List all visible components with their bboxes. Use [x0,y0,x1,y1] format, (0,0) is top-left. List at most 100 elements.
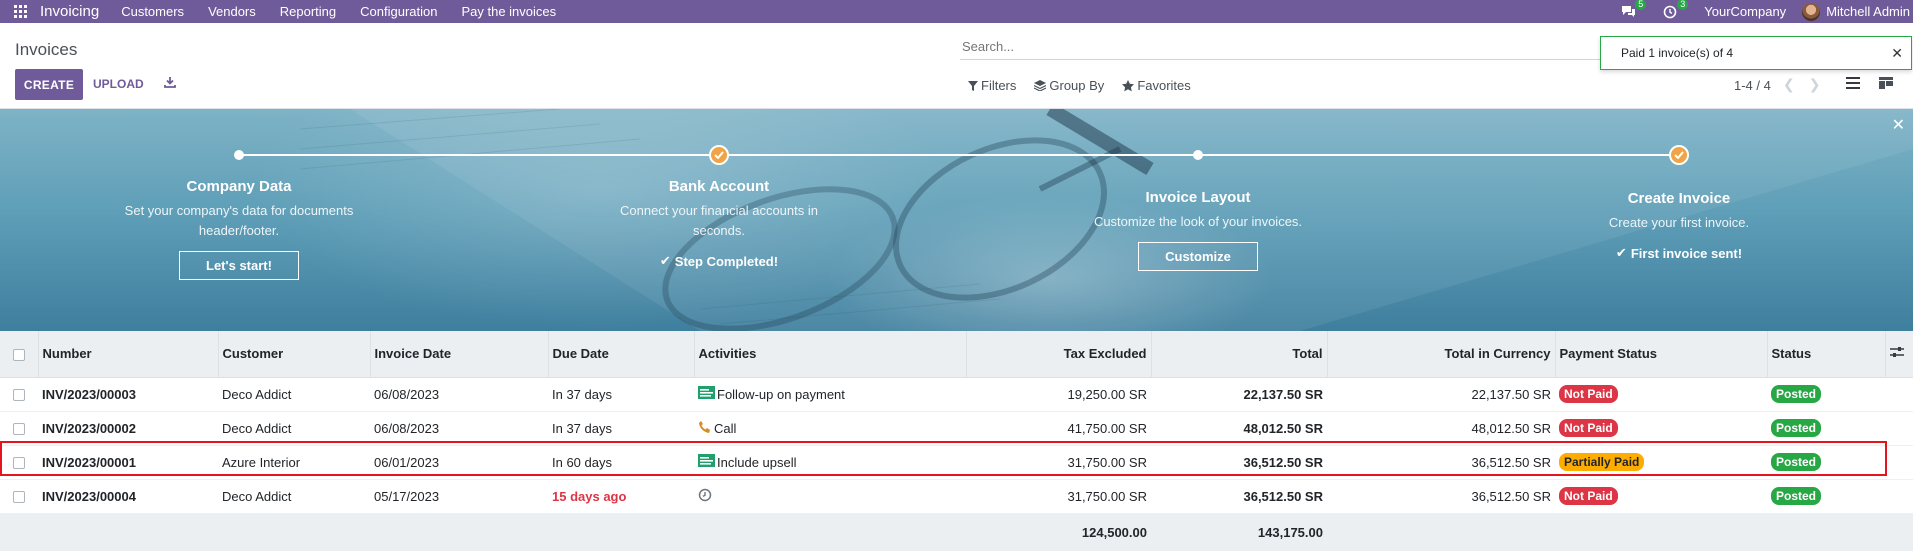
app-name[interactable]: Invoicing [40,3,99,20]
column-header-customer[interactable]: Customer [218,331,371,378]
activity-cell[interactable]: Include upsell [694,445,966,480]
status-badge: Posted [1771,487,1822,505]
menu-pay-invoices[interactable]: Pay the invoices [461,4,556,19]
table-row[interactable]: INV/2023/00001 Azure Interior 06/01/2023 In… [0,445,1913,480]
activities-clock-icon[interactable]: 3 [1662,0,1689,20]
lets-start-button[interactable]: Let's start! [179,251,299,280]
table-row[interactable]: INV/2023/00004 Deco Addict 05/17/2023 15 da… [0,479,1913,514]
upload-button[interactable]: UPLOAD [93,77,144,91]
payment-status-badge: Not Paid [1559,419,1618,437]
company-switcher[interactable]: YourCompany [1704,4,1786,19]
search-box [960,33,1600,60]
row-checkbox[interactable] [13,491,25,504]
tax-excluded: 31,750.00 SR [966,479,1151,514]
column-header-number[interactable]: Number [38,331,219,378]
row-checkbox[interactable] [13,457,25,470]
search-input[interactable] [960,33,1600,59]
row-spacer [1885,377,1913,412]
step-4-check-icon [1669,145,1689,165]
star-icon [1122,79,1135,91]
column-header-status[interactable]: Status [1767,331,1886,378]
invoice-date: 05/17/2023 [370,479,548,514]
due-date: In 37 days [548,411,694,446]
customize-button[interactable]: Customize [1138,242,1258,271]
step-3-dot [1193,150,1203,160]
invoice-number[interactable]: INV/2023/00002 [38,411,218,446]
apps-menu-icon[interactable] [0,0,40,23]
checkmark-icon: ✔ [659,253,671,268]
column-header-due-date[interactable]: Due Date [548,331,695,378]
row-checkbox-cell [0,479,38,514]
close-icon[interactable]: ✕ [1891,45,1903,62]
user-menu[interactable]: Mitchell Admin [1826,4,1910,19]
total: 48,012.50 SR [1151,411,1327,446]
row-checkbox[interactable] [13,423,25,436]
pager-next-icon[interactable]: ❯ [1809,76,1821,93]
column-header-payment-status[interactable]: Payment Status [1555,331,1768,378]
step-description: Customize the look of your invoices. [1093,214,1303,229]
activity-cell[interactable]: Call [694,411,966,446]
step-title: Company Data [186,178,292,195]
groupby-button[interactable]: Group By [1034,78,1104,93]
menu-customers[interactable]: Customers [121,4,184,19]
step-description: Connect your financial accounts in secon… [619,203,818,238]
payment-status-cell: Partially Paid [1555,445,1767,480]
step-completed-text: Step Completed! [674,253,779,269]
notification-text: Paid 1 invoice(s) of 4 [1621,46,1734,60]
row-checkbox[interactable] [13,389,25,402]
favorites-button[interactable]: Favorites [1122,78,1191,93]
invoice-number[interactable]: INV/2023/00003 [38,377,218,412]
invoice-icon[interactable] [698,454,715,470]
menu-configuration[interactable]: Configuration [360,4,437,19]
table-row[interactable]: INV/2023/00003 Deco Addict 06/08/2023 In 37… [0,377,1913,412]
download-icon[interactable] [163,75,179,91]
status-cell: Posted [1767,445,1885,480]
column-header-tax-excluded[interactable]: Tax Excluded [966,331,1152,378]
pager-value[interactable]: 1-4 / 4 [1734,78,1771,93]
select-all-checkbox[interactable] [12,348,25,361]
progress-line [240,154,1680,156]
user-avatar[interactable] [1802,2,1821,21]
activity-cell[interactable]: Follow-up on payment [694,377,966,412]
payment-status-cell: Not Paid [1555,479,1767,514]
kanban-view-icon[interactable] [1879,77,1895,93]
optional-columns-toggle[interactable] [1885,331,1913,378]
column-header-activities[interactable]: Activities [694,331,967,378]
filters-button[interactable]: Filters [968,78,1016,93]
column-header-invoice-date[interactable]: Invoice Date [370,331,549,378]
messages-icon[interactable]: 5 [1620,0,1647,20]
invoice-date: 06/01/2023 [370,445,548,480]
phone-icon[interactable] [698,420,712,437]
step-1-dot [234,150,244,160]
checkmark-icon: ✔ [1615,245,1627,260]
total: 36,512.50 SR [1151,445,1327,480]
filter-icon [968,80,978,91]
pager-previous-icon[interactable]: ❮ [1783,76,1795,93]
customer-name: Deco Addict [218,479,370,514]
clock-icon[interactable] [698,488,712,505]
activities-badge: 3 [1677,0,1689,10]
status-badge: Posted [1771,385,1822,403]
total-in-currency: 36,512.50 SR [1327,479,1555,514]
list-view-icon[interactable] [1846,77,1862,93]
row-checkbox-cell [0,411,38,446]
column-header-total[interactable]: Total [1151,331,1328,378]
page-title: Invoices [15,40,78,59]
create-button[interactable]: CREATE [15,69,83,100]
activity-cell[interactable] [694,479,966,514]
invoice-number[interactable]: INV/2023/00004 [38,479,218,514]
menu-vendors[interactable]: Vendors [208,4,256,19]
messages-badge: 5 [1635,0,1647,10]
table-row[interactable]: INV/2023/00002 Deco Addict 06/08/2023 In 37… [0,411,1913,446]
invoice-number[interactable]: INV/2023/00001 [38,445,218,480]
invoice-icon[interactable] [698,386,715,402]
menu-reporting[interactable]: Reporting [280,4,336,19]
payment-status-badge: Partially Paid [1559,453,1645,471]
banner-close-icon[interactable]: ✕ [1892,115,1905,135]
row-checkbox-cell [0,377,38,412]
column-header-total-currency[interactable]: Total in Currency [1327,331,1556,378]
search-options: Filters Group By Favorites [968,78,1209,93]
step-bank-account: Bank Account Connect your financial acco… [604,178,834,269]
payment-status-badge: Not Paid [1559,487,1618,505]
table-header-row: Number Customer Invoice Date Due Date Ac… [0,331,1913,378]
